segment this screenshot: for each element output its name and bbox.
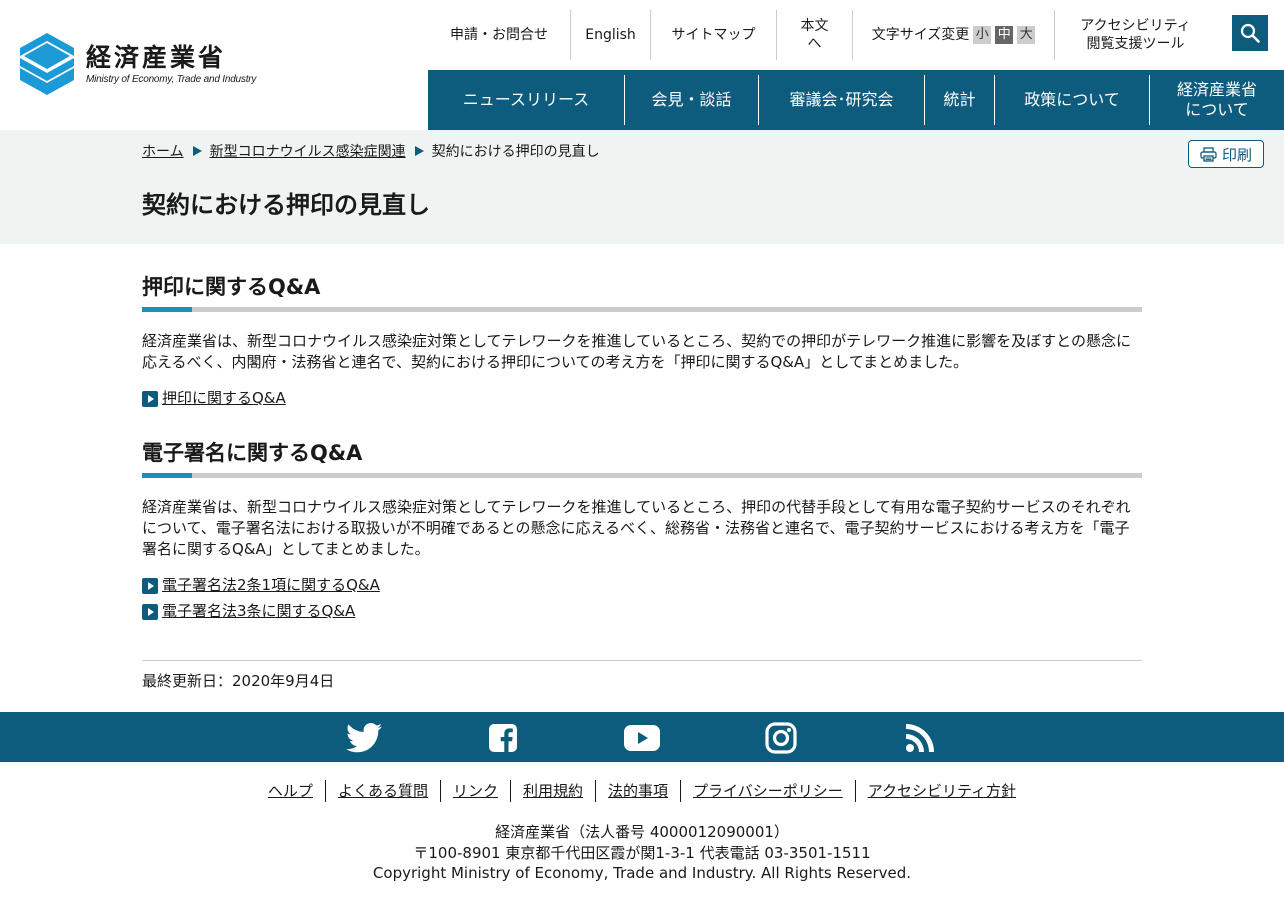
font-size-medium-button[interactable]: 中 xyxy=(995,26,1014,44)
skip-to-content-link[interactable]: 本文へ xyxy=(777,10,853,60)
breadcrumb-arrow-icon xyxy=(192,146,202,156)
meti-logo-icon xyxy=(20,33,74,95)
nav-label: 政策について xyxy=(1024,90,1120,109)
nav-label-line2: について xyxy=(1185,100,1249,119)
footer-info: 経済産業省（法人番号 4000012090001） 〒100-8901 東京都千… xyxy=(0,822,1284,884)
site-header: 経済産業省 Ministry of Economy, Trade and Ind… xyxy=(0,0,1284,130)
breadcrumb-home[interactable]: ホーム xyxy=(142,141,184,161)
accessibility-line1: アクセシビリティ xyxy=(1080,18,1191,34)
footer-link-help[interactable]: ヘルプ xyxy=(256,780,326,802)
section-heading-underline xyxy=(142,307,1142,312)
facebook-icon[interactable] xyxy=(485,722,521,754)
section-heading-seal-qa: 押印に関するQ&A xyxy=(142,275,321,299)
social-bar xyxy=(0,712,1284,762)
footer-link-faq[interactable]: よくある質問 xyxy=(326,780,441,802)
nav-label: 審議会･研究会 xyxy=(789,90,894,109)
nav-label-line1: 経済産業省 xyxy=(1176,80,1257,99)
footer-link-privacy[interactable]: プライバシーポリシー xyxy=(681,780,856,802)
link-item: 電子署名法3条に関するQ&A xyxy=(142,597,1142,623)
nav-label: 統計 xyxy=(943,90,976,109)
font-size-large-button[interactable]: 大 xyxy=(1017,26,1036,44)
section-heading-esignature-qa: 電子署名に関するQ&A xyxy=(142,441,363,465)
font-size-control: 文字サイズ変更 小 中 大 xyxy=(853,10,1055,60)
breadcrumb-current: 契約における押印の見直し xyxy=(431,144,600,160)
print-button[interactable]: 印刷 xyxy=(1188,140,1264,168)
breadcrumb-arrow-icon xyxy=(414,146,424,156)
logo-japanese-name: 経済産業省 xyxy=(86,43,227,72)
title-band: ホーム 新型コロナウイルス感染症関連 契約における押印の見直し 印刷 契約におけ… xyxy=(0,130,1284,244)
link-item: 押印に関するQ&A xyxy=(142,384,1142,410)
link-seal-qa[interactable]: 押印に関するQ&A xyxy=(162,387,286,408)
print-label: 印刷 xyxy=(1221,145,1252,164)
section-body-seal-qa: 経済産業省は、新型コロナウイルス感染症対策としてテレワークを推進しているところ、… xyxy=(142,332,1131,371)
nav-label: 会見・談話 xyxy=(651,90,732,109)
instagram-icon[interactable] xyxy=(763,722,799,754)
utility-nav: 申請・お問合せ English サイトマップ 本文へ 文字サイズ変更 小 中 大… xyxy=(428,10,1216,60)
footer-link-links[interactable]: リンク xyxy=(441,780,511,802)
nav-press-conference[interactable]: 会見・談話 xyxy=(625,75,759,125)
footer-link-accessibility-policy[interactable]: アクセシビリティ方針 xyxy=(856,780,1028,802)
nav-councils[interactable]: 審議会･研究会 xyxy=(759,75,925,125)
nav-policy[interactable]: 政策について xyxy=(995,75,1150,125)
breadcrumb: ホーム 新型コロナウイルス感染症関連 契約における押印の見直し xyxy=(142,141,600,161)
nav-news-release[interactable]: ニュースリリース xyxy=(428,75,625,125)
page-title: 契約における押印の見直し xyxy=(142,191,430,219)
breadcrumb-category[interactable]: 新型コロナウイルス感染症関連 xyxy=(210,141,406,161)
meti-logo[interactable]: 経済産業省 Ministry of Economy, Trade and Ind… xyxy=(20,33,256,95)
footer-link-legal[interactable]: 法的事項 xyxy=(596,780,681,802)
footer-links: ヘルプ よくある質問 リンク 利用規約 法的事項 プライバシーポリシー アクセシ… xyxy=(0,780,1284,802)
logo-english-name: Ministry of Economy, Trade and Industry xyxy=(86,74,257,85)
last-updated: 最終更新日：2020年9月4日 xyxy=(142,672,335,690)
link-item: 電子署名法2条1項に関するQ&A xyxy=(142,571,1142,597)
rss-icon[interactable] xyxy=(902,722,938,754)
accessibility-tool-link[interactable]: アクセシビリティ 閲覧支援ツール xyxy=(1055,10,1216,60)
link-arrow-icon xyxy=(142,578,158,594)
english-link[interactable]: English xyxy=(571,10,651,60)
twitter-icon[interactable] xyxy=(346,722,382,754)
search-icon xyxy=(1240,23,1260,43)
nav-about-meti[interactable]: 経済産業省 について xyxy=(1150,75,1284,125)
font-size-small-button[interactable]: 小 xyxy=(973,26,992,44)
main-nav: ニュースリリース 会見・談話 審議会･研究会 統計 政策について 経済産業省 に… xyxy=(428,70,1284,130)
font-size-label: 文字サイズ変更 xyxy=(871,27,970,43)
main-content: 押印に関するQ&A 経済産業省は、新型コロナウイルス感染症対策としてテレワークを… xyxy=(142,244,1142,623)
printer-icon xyxy=(1200,146,1217,162)
footer-copyright: Copyright Ministry of Economy, Trade and… xyxy=(372,864,912,882)
accessibility-line2: 閲覧支援ツール xyxy=(1086,36,1185,52)
search-button[interactable] xyxy=(1232,15,1268,51)
link-esignature-art2-qa[interactable]: 電子署名法2条1項に関するQ&A xyxy=(162,574,380,595)
nav-label: ニュースリリース xyxy=(462,90,590,109)
footer-link-terms[interactable]: 利用規約 xyxy=(511,780,596,802)
youtube-icon[interactable] xyxy=(624,722,660,754)
footer-org-line: 経済産業省（法人番号 4000012090001） xyxy=(495,823,789,841)
section-heading-underline xyxy=(142,473,1142,478)
contact-link[interactable]: 申請・お問合せ xyxy=(428,10,571,60)
link-esignature-art3-qa[interactable]: 電子署名法3条に関するQ&A xyxy=(162,600,355,621)
section-body-esignature-qa: 経済産業省は、新型コロナウイルス感染症対策としてテレワークを推進しているところ、… xyxy=(142,498,1131,558)
content-divider xyxy=(142,660,1142,661)
sitemap-link[interactable]: サイトマップ xyxy=(651,10,777,60)
footer-address-line: 〒100-8901 東京都千代田区霞が関1-3-1 代表電話 03-3501-1… xyxy=(413,843,871,862)
link-arrow-icon xyxy=(142,391,158,407)
nav-statistics[interactable]: 統計 xyxy=(925,75,995,125)
link-arrow-icon xyxy=(142,604,158,620)
